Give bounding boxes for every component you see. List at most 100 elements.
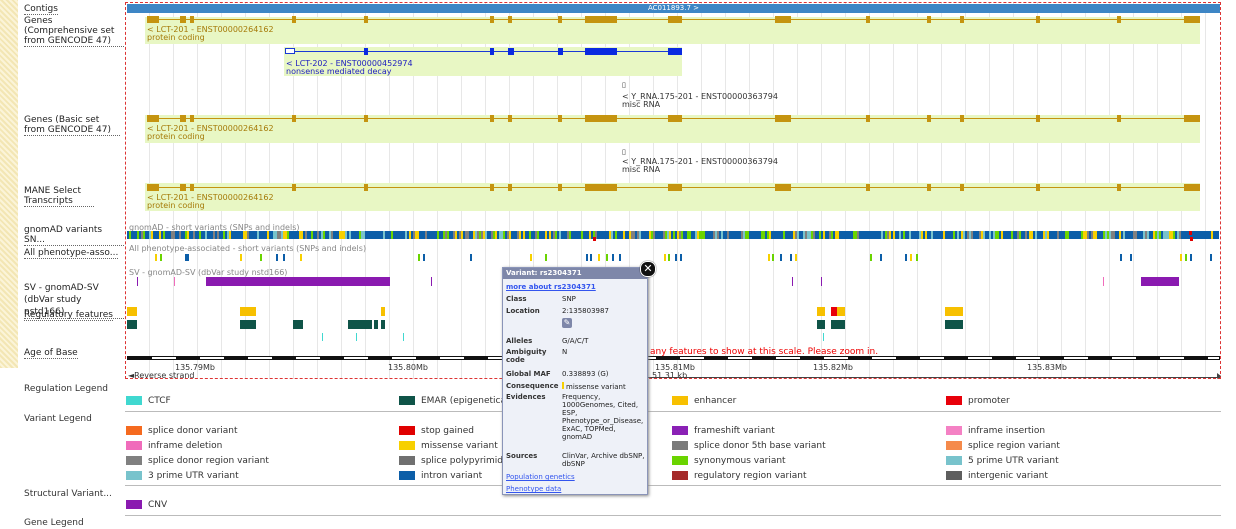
legend-label: inframe insertion <box>968 426 1046 436</box>
pheno-mark <box>423 254 425 261</box>
variant-mark <box>1217 231 1219 239</box>
regulatory-feature <box>293 320 303 329</box>
swatch-emar <box>399 396 415 405</box>
label-phenotype[interactable]: All phenotype-asso... <box>24 248 119 259</box>
legend-label: stop gained <box>421 426 474 436</box>
exon-4 <box>364 184 368 191</box>
exon-5 <box>490 115 494 122</box>
lct201-mane-type: protein coding <box>147 201 205 210</box>
legend-label: splice donor variant <box>148 426 238 436</box>
label-mane[interactable]: MANE Select Transcripts <box>24 186 94 207</box>
label-genes-basic[interactable]: Genes (Basic set from GENCODE 47) <box>24 115 120 136</box>
popup-key: Consequence <box>506 382 559 390</box>
exon-16 <box>1184 115 1200 122</box>
exon-2 <box>190 184 194 191</box>
population-genetics-link[interactable]: Population genetics <box>506 473 575 481</box>
legend-label: promoter <box>968 396 1010 406</box>
legend-swatch <box>399 471 415 480</box>
nmd-exon-4 <box>585 48 617 55</box>
legend-swatch <box>399 441 415 450</box>
exon-5 <box>490 184 494 191</box>
exon-1 <box>180 115 186 122</box>
legend-item: splice region variant <box>946 441 1060 451</box>
legend-divider-1 <box>125 411 1221 412</box>
exon-10 <box>775 184 791 191</box>
lct201-type: protein coding <box>147 33 205 42</box>
stop-mark-1 <box>1190 237 1193 241</box>
legend-promoter: promoter <box>946 396 1010 406</box>
pheno-mark <box>300 254 302 261</box>
legend-emar: EMAR (epigenetical <box>399 396 508 406</box>
pheno-mark <box>1190 254 1192 261</box>
gene-legend-title: Gene Legend <box>24 518 84 528</box>
consequence-text: missense variant <box>566 383 626 391</box>
regulation-legend-title: Regulation Legend <box>24 384 108 394</box>
cnv-bar-1[interactable] <box>206 277 390 286</box>
regulatory-feature <box>127 307 137 316</box>
pheno-mark <box>880 254 882 261</box>
popup-value: Frequency, 1000Genomes, Cited, ESP, Phen… <box>562 393 644 441</box>
exon-9 <box>668 16 682 23</box>
swatch-promoter <box>946 396 962 405</box>
legend-item: 3 prime UTR variant <box>126 471 239 481</box>
exon-7 <box>558 115 562 122</box>
legend-item: inframe deletion <box>126 441 222 451</box>
popup-key: Evidences <box>506 393 546 401</box>
legend-divider-3 <box>125 515 1221 516</box>
legend-swatch <box>399 456 415 465</box>
exon-8 <box>585 16 617 23</box>
legend-item: intergenic variant <box>946 471 1048 481</box>
pheno-mark <box>240 254 242 261</box>
exon-15 <box>1117 115 1121 122</box>
missense-swatch <box>562 382 564 389</box>
edit-icon[interactable]: ✎ <box>562 318 572 328</box>
pheno-mark <box>680 254 682 261</box>
exon-9 <box>668 184 682 191</box>
pheno-mark <box>768 254 770 261</box>
pheno-mark <box>1185 254 1187 261</box>
legend-label: EMAR (epigenetical <box>421 396 509 406</box>
more-about-link[interactable]: more about rs2304371 <box>506 283 596 291</box>
legend-label: splice donor region variant <box>148 456 269 466</box>
legend-label: intron variant <box>421 471 483 481</box>
label-stripe <box>0 0 18 368</box>
sv-mark <box>137 277 138 286</box>
label-gnomad[interactable]: gnomAD variants SN... <box>24 225 124 246</box>
close-icon[interactable]: ✕ <box>640 261 656 277</box>
sv-mark <box>174 277 175 286</box>
popup-key: Ambiguity code <box>506 348 547 364</box>
swatch-enhancer <box>672 396 688 405</box>
exon-9 <box>668 115 682 122</box>
nmd-exon-5 <box>668 48 682 55</box>
legend-label: enhancer <box>694 396 737 406</box>
sv-mark <box>431 277 432 286</box>
contig-bar[interactable]: AC011893.7 > <box>127 4 1220 13</box>
label-genes-comprehensive[interactable]: Genes (Comprehensive set from GENCODE 47… <box>24 16 124 47</box>
label-regulatory[interactable]: Regulatory features <box>24 310 113 321</box>
pheno-mark <box>795 254 797 261</box>
regulatory-feature <box>831 320 845 329</box>
nmd-exon-2 <box>508 48 514 55</box>
nmd-exon-1 <box>490 48 494 55</box>
pheno-mark <box>590 254 592 261</box>
exon-14 <box>1036 184 1040 191</box>
sv-track-title: SV - gnomAD-SV (dbVar study nstd166) <box>129 268 288 277</box>
pheno-mark <box>1120 254 1122 261</box>
label-age[interactable]: Age of Base <box>24 348 78 359</box>
label-contigs[interactable]: Contigs <box>24 4 58 15</box>
pheno-mark <box>780 254 782 261</box>
phenotype-data-link[interactable]: Phenotype data <box>506 485 561 493</box>
exon-13 <box>960 115 964 122</box>
legend-swatch <box>946 471 962 480</box>
exon-12 <box>927 184 931 191</box>
popup-key: Location <box>506 307 540 315</box>
pheno-mark <box>283 254 285 261</box>
popup-value: G/A/C/T <box>562 337 589 345</box>
cnv-bar-2[interactable] <box>1141 277 1179 286</box>
pheno-mark <box>470 254 472 261</box>
popup-row-evidences: Evidences Frequency, 1000Genomes, Cited, … <box>506 393 646 451</box>
sv-mark <box>1103 277 1104 286</box>
yrna-type-2: misc RNA <box>622 165 661 174</box>
stop-mark-0 <box>593 237 596 241</box>
pheno-mark <box>790 254 792 261</box>
